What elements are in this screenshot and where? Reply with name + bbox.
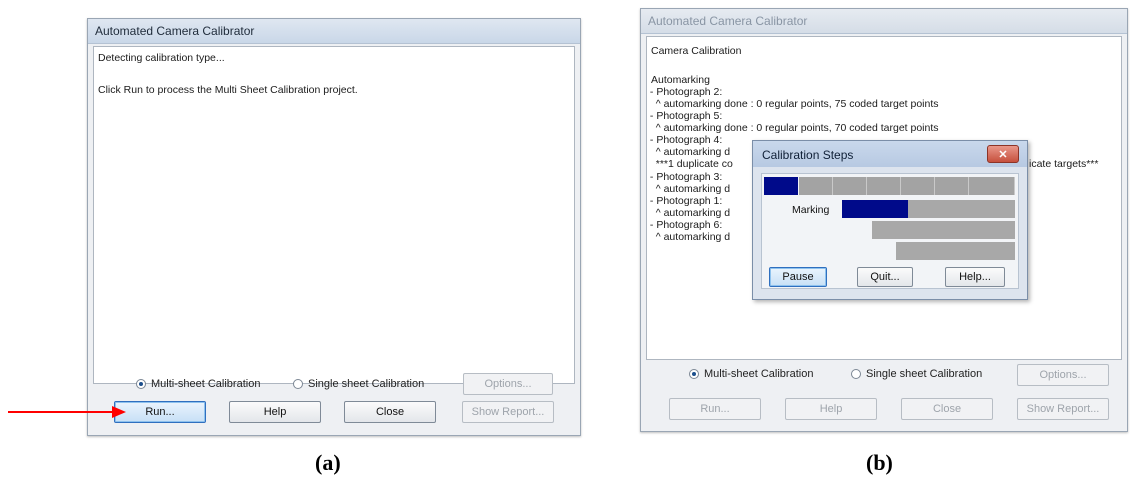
step-label: Marking bbox=[792, 204, 830, 216]
quit-button[interactable]: Quit... bbox=[857, 267, 913, 287]
progress-segment bbox=[867, 177, 901, 195]
caption-b: (b) bbox=[866, 450, 893, 475]
right-radio-single-sheet[interactable]: Single sheet Calibration bbox=[851, 367, 982, 381]
marking-progress-fill bbox=[842, 200, 908, 218]
right-log-line: - Photograph 3: bbox=[647, 171, 723, 183]
right-log-line: Automarking bbox=[651, 74, 710, 86]
right-log-line: ^ automarking d bbox=[647, 183, 731, 195]
left-help-button[interactable]: Help bbox=[229, 401, 321, 423]
right-title-bar: Automated Camera Calibrator bbox=[641, 9, 1127, 34]
left-calibrator-window: Automated Camera Calibrator Detecting ca… bbox=[87, 18, 581, 436]
right-log-line: - Photograph 4: bbox=[647, 134, 723, 146]
right-radio-single-label: Single sheet Calibration bbox=[866, 368, 983, 380]
right-window-title: Automated Camera Calibrator bbox=[648, 14, 808, 28]
steps-dialog-title: Calibration Steps bbox=[762, 148, 854, 162]
radio-selected-icon bbox=[136, 379, 146, 389]
right-log-line: ^ automarking done : 0 regular points, 7… bbox=[647, 122, 939, 134]
right-run-button[interactable]: Run... bbox=[669, 398, 761, 420]
progress-segment bbox=[935, 177, 969, 195]
right-log-line: ^ automarking done : 0 regular points, 7… bbox=[647, 98, 939, 110]
substep-progress-track bbox=[896, 242, 1015, 260]
caption-a: (a) bbox=[315, 450, 341, 475]
left-title-bar: Automated Camera Calibrator bbox=[88, 19, 580, 44]
help-button[interactable]: Help... bbox=[945, 267, 1005, 287]
right-log-line: Camera Calibration bbox=[651, 45, 742, 57]
right-log-line: ***1 duplicate co bbox=[647, 158, 733, 170]
left-radio-multi-label: Multi-sheet Calibration bbox=[151, 378, 261, 390]
overall-progress-fill bbox=[764, 177, 798, 195]
marking-progress-track bbox=[908, 200, 1015, 218]
right-log-line: ^ automarking d bbox=[647, 207, 731, 219]
right-radio-multi-sheet[interactable]: Multi-sheet Calibration bbox=[689, 367, 813, 381]
right-log-line: ^ automarking d bbox=[647, 146, 731, 158]
progress-segment bbox=[969, 177, 1015, 195]
close-icon[interactable]: ✕ bbox=[987, 145, 1019, 163]
progress-segment bbox=[833, 177, 867, 195]
left-radio-multi-sheet[interactable]: Multi-sheet Calibration bbox=[136, 377, 260, 391]
radio-unselected-icon bbox=[293, 379, 303, 389]
progress-segment bbox=[799, 177, 833, 195]
left-options-button[interactable]: Options... bbox=[463, 373, 553, 395]
left-radio-single-label: Single sheet Calibration bbox=[308, 378, 425, 390]
left-close-button[interactable]: Close bbox=[344, 401, 436, 423]
pause-button[interactable]: Pause bbox=[769, 267, 827, 287]
right-log-line-tail: icate targets*** bbox=[1029, 158, 1099, 170]
right-radio-multi-label: Multi-sheet Calibration bbox=[704, 368, 814, 380]
right-log-line: - Photograph 5: bbox=[647, 110, 723, 122]
left-log-line: Detecting calibration type... bbox=[98, 52, 225, 64]
radio-unselected-icon bbox=[851, 369, 861, 379]
right-close-button[interactable]: Close bbox=[901, 398, 993, 420]
right-log-line: ^ automarking d bbox=[647, 231, 731, 243]
left-log-panel: Detecting calibration type... Click Run … bbox=[93, 46, 575, 384]
red-arrow-icon bbox=[8, 406, 126, 418]
right-show-report-button[interactable]: Show Report... bbox=[1017, 398, 1109, 420]
progress-segment bbox=[901, 177, 935, 195]
right-log-line: - Photograph 6: bbox=[647, 219, 723, 231]
right-options-button[interactable]: Options... bbox=[1017, 364, 1109, 386]
left-show-report-button[interactable]: Show Report... bbox=[462, 401, 554, 423]
calibration-steps-dialog: Calibration Steps ✕ Marking Pause Quit..… bbox=[752, 140, 1028, 300]
substep-progress-track bbox=[872, 221, 1015, 239]
right-help-button[interactable]: Help bbox=[785, 398, 877, 420]
radio-selected-icon bbox=[689, 369, 699, 379]
left-log-line: Click Run to process the Multi Sheet Cal… bbox=[98, 84, 358, 96]
left-radio-single-sheet[interactable]: Single sheet Calibration bbox=[293, 377, 424, 391]
left-window-title: Automated Camera Calibrator bbox=[95, 24, 255, 38]
steps-title-bar: Calibration Steps ✕ bbox=[753, 141, 1027, 167]
right-log-line: - Photograph 1: bbox=[647, 195, 723, 207]
right-log-line: - Photograph 2: bbox=[647, 86, 723, 98]
